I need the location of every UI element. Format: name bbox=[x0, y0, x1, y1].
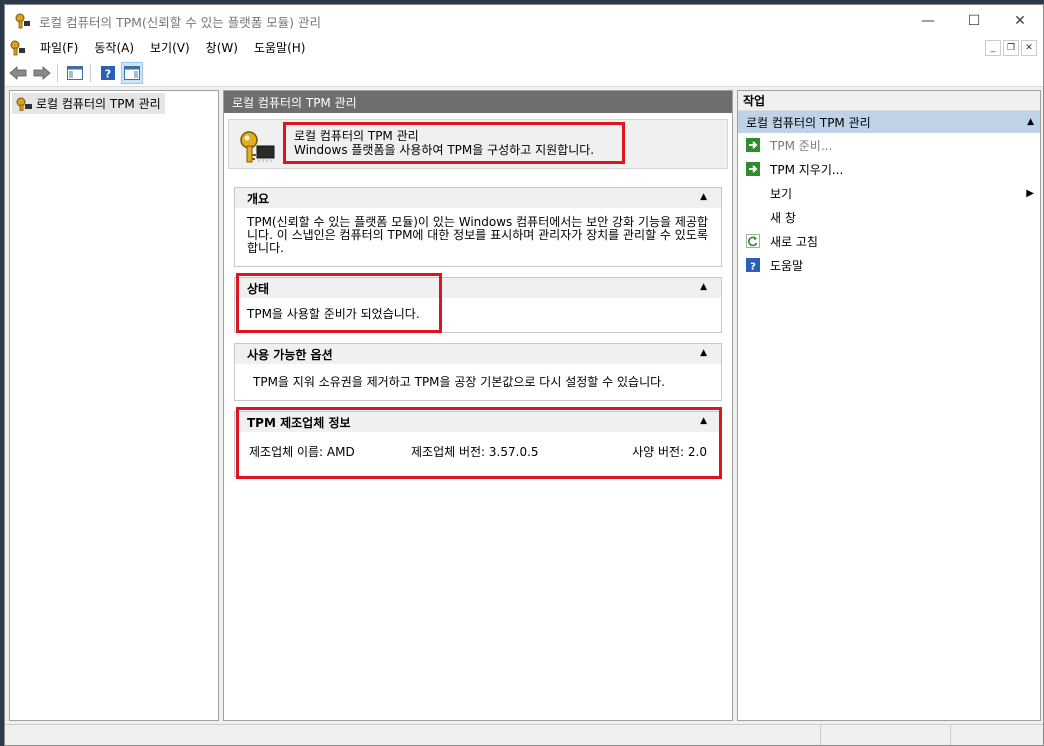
action-label: 보기 bbox=[770, 186, 793, 201]
action-label: 도움말 bbox=[770, 258, 804, 273]
menu-action[interactable]: 동작(A) bbox=[86, 37, 142, 59]
tpm-menu-icon[interactable] bbox=[10, 40, 26, 56]
manufacturer-name: 제조업체 이름: AMD bbox=[249, 445, 355, 459]
action-refresh[interactable]: 새로 고침 bbox=[738, 229, 1040, 253]
action-label: TPM 준비... bbox=[770, 138, 833, 153]
tpm-chip-key-icon bbox=[240, 131, 275, 163]
action-label: 새로 고침 bbox=[770, 234, 818, 249]
show-hide-action-pane-button[interactable] bbox=[121, 61, 143, 84]
show-hide-tree-button[interactable] bbox=[64, 62, 86, 84]
collapse-caret-icon[interactable]: ▲ bbox=[700, 282, 707, 292]
manufacturer-section: TPM 제조업체 정보 ▲ 제조업체 이름: AMD 제조업체 버전: 3.57… bbox=[234, 411, 722, 477]
menu-window[interactable]: 창(W) bbox=[198, 37, 246, 59]
options-body: TPM을 지워 소유권을 제거하고 TPM을 공장 기본값으로 다시 설정할 수… bbox=[253, 375, 665, 389]
mdi-controls: _ ❐ ✕ bbox=[985, 40, 1037, 56]
title-bar[interactable]: 로컬 컴퓨터의 TPM(신뢰할 수 있는 플랫폼 모듈) 관리 — ☐ ✕ bbox=[5, 5, 1043, 37]
banner-text-highlight: 로컬 컴퓨터의 TPM 관리 Windows 플랫폼을 사용하여 TPM을 구성… bbox=[283, 122, 625, 164]
toolbar-separator bbox=[57, 63, 58, 82]
forward-arrow-icon bbox=[33, 65, 51, 80]
collapse-caret-icon[interactable]: ▲ bbox=[700, 192, 707, 202]
status-cell-3 bbox=[951, 725, 1041, 745]
overview-body: TPM(신뢰할 수 있는 플랫폼 모듈)이 있는 Windows 컴퓨터에서는 … bbox=[247, 215, 709, 255]
actions-title: 작업 bbox=[738, 91, 1040, 111]
blank-icon bbox=[746, 186, 760, 200]
mmc-window: 로컬 컴퓨터의 TPM(신뢰할 수 있는 플랫폼 모듈) 관리 — ☐ ✕ 파일… bbox=[4, 4, 1044, 746]
mdi-minimize-button[interactable]: _ bbox=[985, 40, 1001, 56]
status-cell-main bbox=[5, 725, 821, 745]
overview-title: 개요 bbox=[247, 191, 270, 206]
window-controls: — ☐ ✕ bbox=[905, 5, 1043, 37]
green-arrow-icon bbox=[746, 162, 760, 176]
status-body: TPM을 사용할 준비가 되었습니다. bbox=[247, 307, 420, 321]
toolbar-separator bbox=[90, 63, 91, 82]
action-label: TPM 지우기... bbox=[770, 162, 844, 177]
action-label: 새 창 bbox=[770, 210, 796, 225]
close-button[interactable]: ✕ bbox=[997, 5, 1043, 37]
collapse-caret-icon[interactable]: ▲ bbox=[700, 348, 707, 358]
action-view[interactable]: 보기 ▶ bbox=[738, 181, 1040, 205]
back-button[interactable] bbox=[7, 62, 29, 84]
action-pane-icon bbox=[124, 65, 140, 80]
back-arrow-icon bbox=[9, 65, 27, 80]
collapse-caret-icon[interactable]: ▲ bbox=[700, 416, 707, 426]
spec-version: 사양 버전: 2.0 bbox=[632, 445, 707, 459]
banner-subtitle: Windows 플랫폼을 사용하여 TPM을 구성하고 지원합니다. bbox=[294, 143, 595, 157]
actions-pane: 작업 로컬 컴퓨터의 TPM 관리 ▲ TPM 준비... TPM 지우기...… bbox=[737, 90, 1041, 721]
manufacturer-title: TPM 제조업체 정보 bbox=[247, 415, 351, 430]
refresh-icon bbox=[746, 234, 760, 248]
tree-item-tpm-management[interactable]: 로컬 컴퓨터의 TPM 관리 bbox=[12, 93, 165, 114]
menu-file[interactable]: 파일(F) bbox=[32, 37, 86, 59]
action-new-window[interactable]: 새 창 bbox=[738, 205, 1040, 229]
results-pane-header: 로컬 컴퓨터의 TPM 관리 bbox=[224, 91, 732, 113]
manufacturer-body: 제조업체 이름: AMD 제조업체 버전: 3.57.0.5 사양 버전: 2.… bbox=[235, 432, 721, 472]
mdi-close-button[interactable]: ✕ bbox=[1021, 40, 1037, 56]
options-header[interactable]: 사용 가능한 옵션 ▲ bbox=[235, 344, 721, 364]
banner-title: 로컬 컴퓨터의 TPM 관리 bbox=[294, 129, 419, 143]
status-title: 상태 bbox=[247, 281, 270, 296]
action-help[interactable]: ? 도움말 bbox=[738, 253, 1040, 277]
tpm-key-icon bbox=[16, 97, 32, 111]
toolbar: ? bbox=[5, 59, 1043, 87]
manufacturer-version: 제조업체 버전: 3.57.0.5 bbox=[411, 445, 539, 459]
action-prepare-tpm[interactable]: TPM 준비... bbox=[738, 133, 1040, 157]
actions-group-label: 로컬 컴퓨터의 TPM 관리 bbox=[746, 115, 871, 130]
forward-button[interactable] bbox=[31, 62, 53, 84]
status-header[interactable]: 상태 ▲ bbox=[235, 278, 721, 298]
svg-text:?: ? bbox=[750, 262, 756, 273]
maximize-button[interactable]: ☐ bbox=[951, 5, 997, 37]
overview-section: 개요 ▲ TPM(신뢰할 수 있는 플랫폼 모듈)이 있는 Windows 컴퓨… bbox=[234, 187, 722, 267]
tree-item-label: 로컬 컴퓨터의 TPM 관리 bbox=[36, 97, 161, 111]
status-section: 상태 ▲ TPM을 사용할 준비가 되었습니다. bbox=[234, 277, 722, 333]
window-title: 로컬 컴퓨터의 TPM(신뢰할 수 있는 플랫폼 모듈) 관리 bbox=[39, 14, 322, 30]
menu-help[interactable]: 도움말(H) bbox=[246, 37, 314, 59]
collapse-caret-icon[interactable]: ▲ bbox=[1027, 117, 1034, 127]
action-clear-tpm[interactable]: TPM 지우기... bbox=[738, 157, 1040, 181]
manufacturer-header[interactable]: TPM 제조업체 정보 ▲ bbox=[235, 412, 721, 432]
help-toolbar-button[interactable]: ? bbox=[97, 62, 119, 84]
help-icon: ? bbox=[746, 258, 760, 272]
status-bar bbox=[5, 724, 1043, 745]
submenu-arrow-icon: ▶ bbox=[1026, 187, 1034, 199]
mdi-restore-button[interactable]: ❐ bbox=[1003, 40, 1019, 56]
tpm-app-icon bbox=[15, 13, 30, 29]
console-tree-icon bbox=[67, 65, 83, 80]
menu-bar: 파일(F) 동작(A) 보기(V) 창(W) 도움말(H) _ ❐ ✕ bbox=[5, 37, 1043, 59]
status-cell-2 bbox=[821, 725, 951, 745]
results-pane: 로컬 컴퓨터의 TPM 관리 로컬 컴퓨터의 TPM 관리 Windows 플랫… bbox=[223, 90, 733, 721]
blank-icon bbox=[746, 210, 760, 224]
actions-group-header[interactable]: 로컬 컴퓨터의 TPM 관리 ▲ bbox=[738, 111, 1040, 133]
help-icon: ? bbox=[101, 65, 115, 80]
options-title: 사용 가능한 옵션 bbox=[247, 347, 333, 362]
svg-text:?: ? bbox=[105, 67, 111, 80]
options-section: 사용 가능한 옵션 ▲ TPM을 지워 소유권을 제거하고 TPM을 공장 기본… bbox=[234, 343, 722, 401]
console-tree: 로컬 컴퓨터의 TPM 관리 bbox=[9, 90, 219, 721]
minimize-button[interactable]: — bbox=[905, 5, 951, 37]
menu-view[interactable]: 보기(V) bbox=[142, 37, 198, 59]
snapin-banner: 로컬 컴퓨터의 TPM 관리 Windows 플랫폼을 사용하여 TPM을 구성… bbox=[228, 119, 728, 169]
overview-header[interactable]: 개요 ▲ bbox=[235, 188, 721, 208]
green-arrow-icon bbox=[746, 138, 760, 152]
